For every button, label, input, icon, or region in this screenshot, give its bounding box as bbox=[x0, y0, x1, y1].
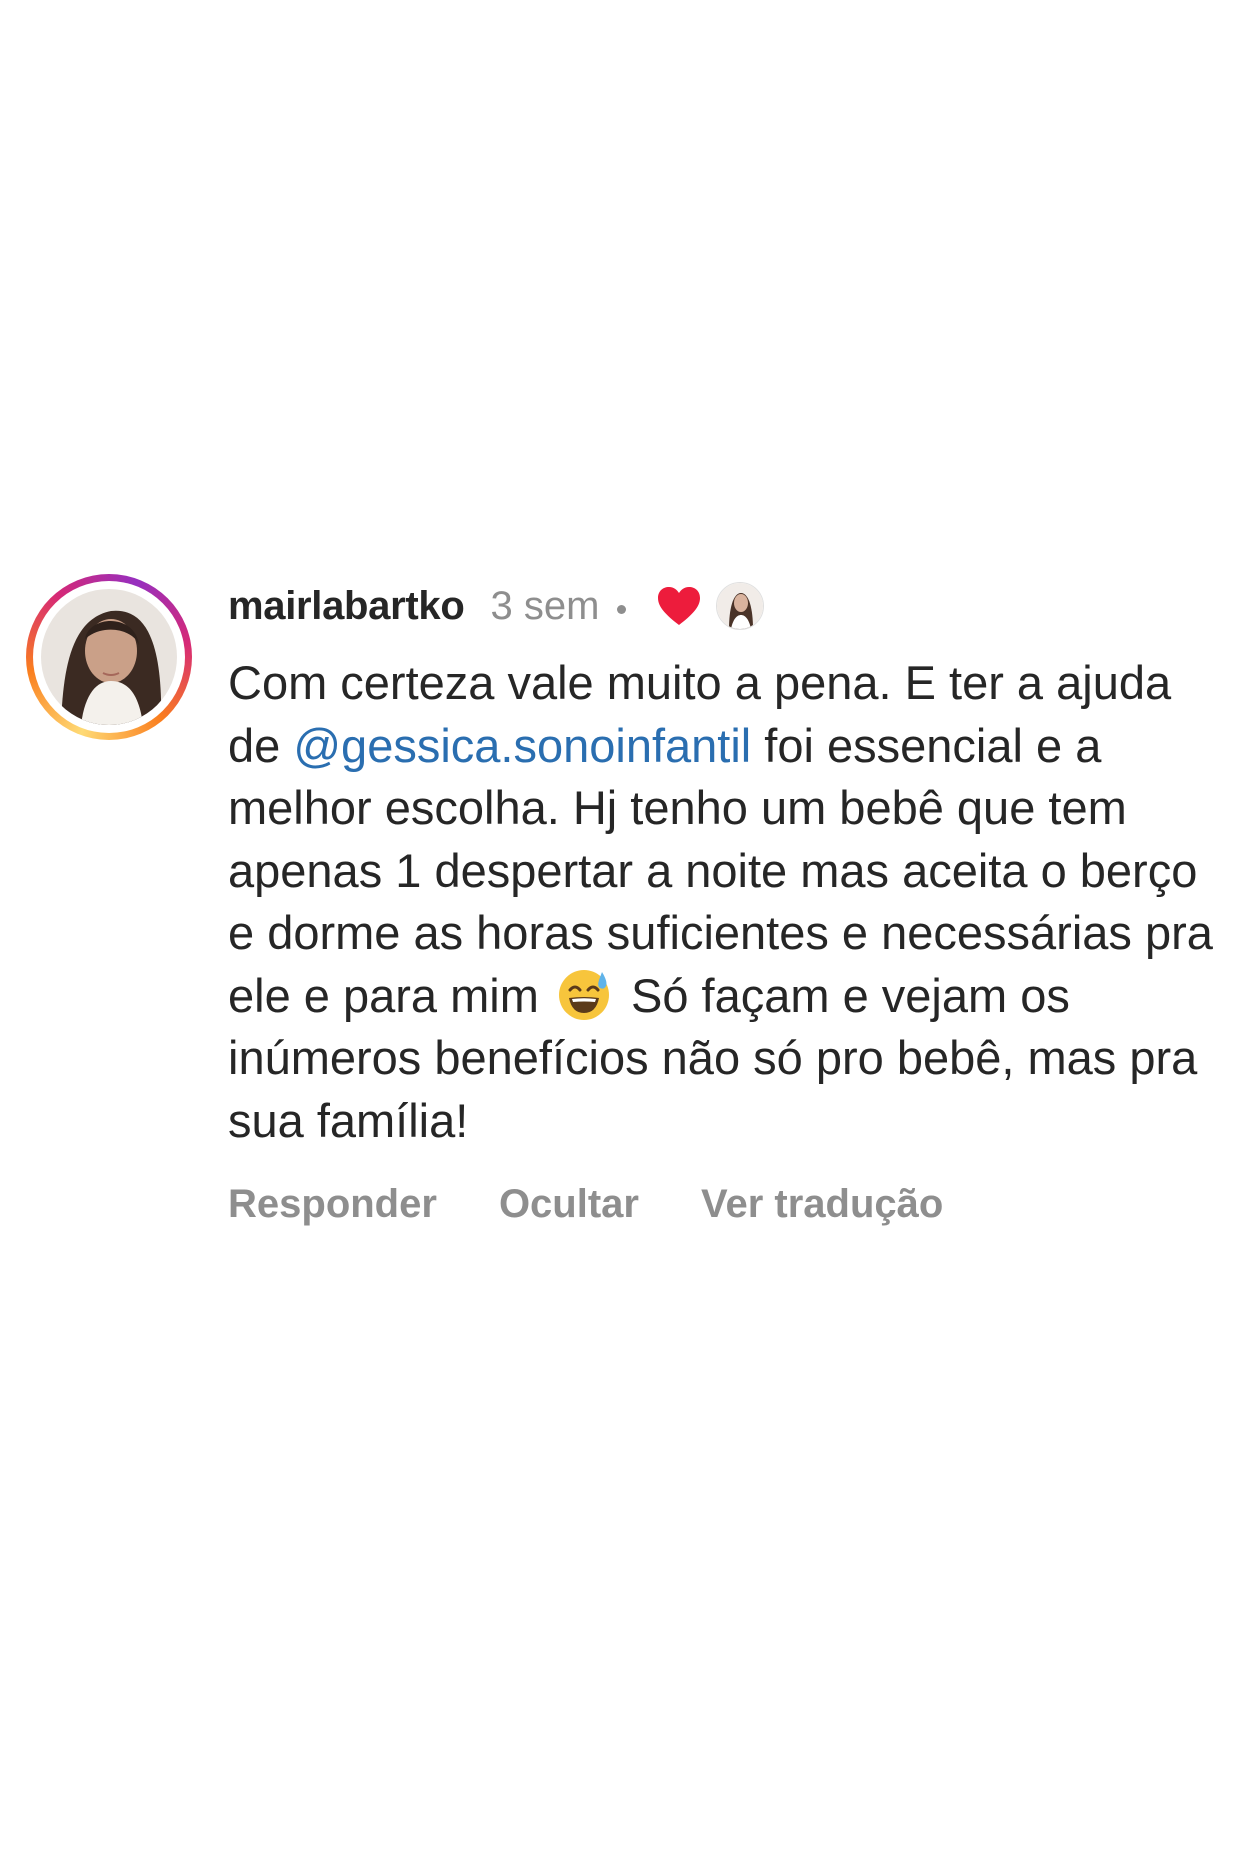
story-ring[interactable] bbox=[26, 574, 192, 740]
username[interactable]: mairlabartko bbox=[228, 584, 465, 629]
comment-body: mairlabartko 3 sem Com certeza vale muit… bbox=[228, 574, 1228, 1227]
timestamp: 3 sem bbox=[490, 583, 600, 628]
creator-avatar bbox=[716, 582, 765, 630]
hide-button[interactable]: Ocultar bbox=[499, 1182, 639, 1227]
reply-button[interactable]: Responder bbox=[228, 1182, 437, 1227]
heart-icon bbox=[658, 587, 701, 625]
mention-link[interactable]: @gessica.sonoinfantil bbox=[293, 719, 751, 772]
see-translation-button[interactable]: Ver tradução bbox=[701, 1182, 943, 1227]
sweat-smile-emoji-icon bbox=[558, 969, 609, 1020]
comment-text: Com certeza vale muito a pena. E ter a a… bbox=[228, 652, 1228, 1152]
comment-actions: Responder Ocultar Ver tradução bbox=[228, 1182, 1228, 1227]
comment-header: mairlabartko 3 sem bbox=[228, 578, 1228, 634]
avatar-border bbox=[33, 581, 185, 733]
separator-dot bbox=[617, 604, 627, 614]
avatar[interactable] bbox=[41, 589, 177, 725]
